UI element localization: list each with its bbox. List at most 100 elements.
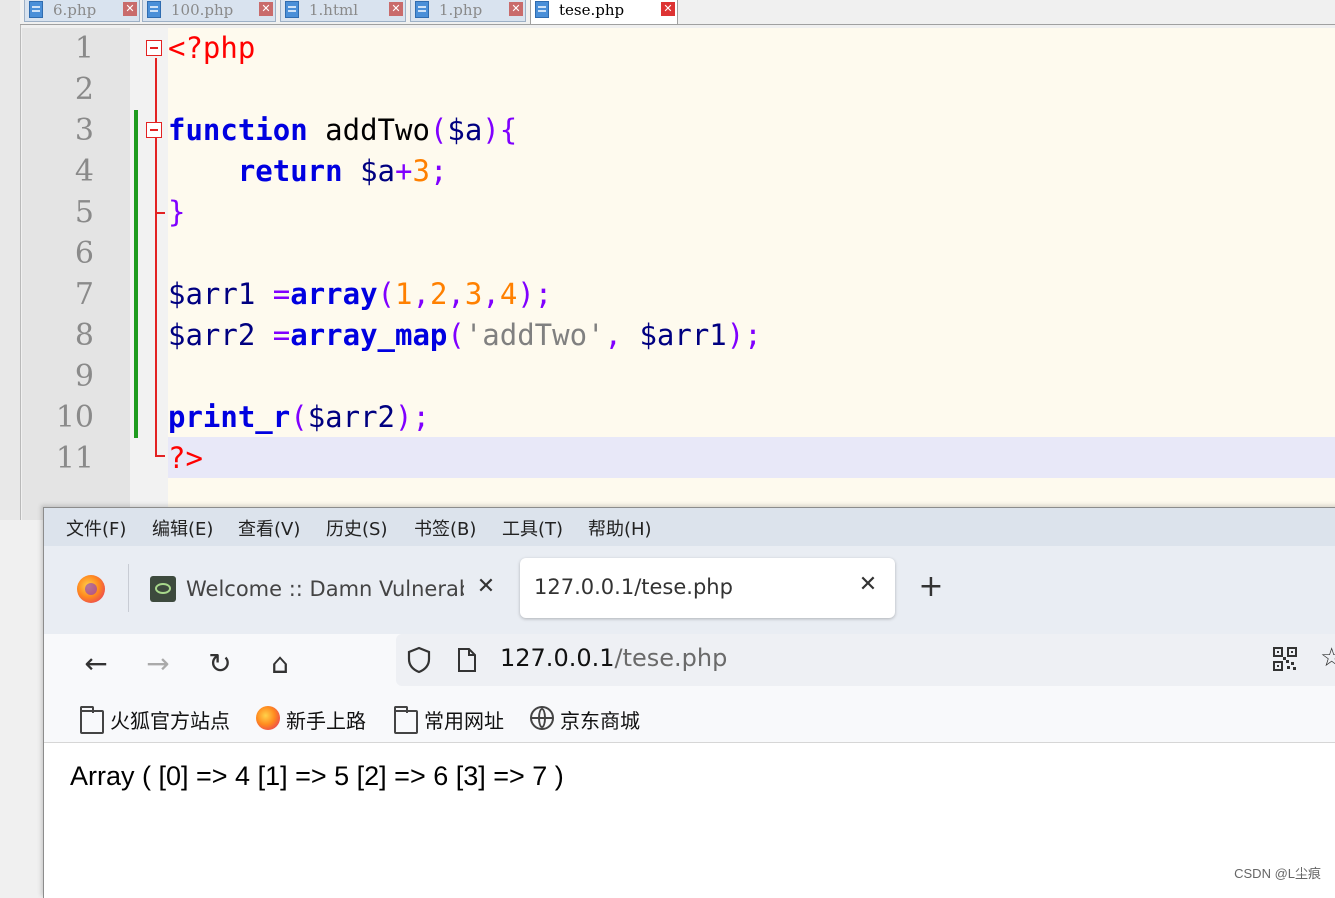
firefox-icon — [256, 706, 280, 730]
line-number: 10 — [55, 400, 94, 435]
line-number: 1 — [74, 31, 94, 66]
url-path: /tese.php — [614, 644, 728, 672]
close-icon[interactable]: ✕ — [509, 2, 523, 16]
keyword: print_r — [168, 400, 291, 434]
operator: ( — [377, 277, 396, 311]
tab-separator — [128, 564, 129, 612]
code-line-3: function addTwo($a){ — [168, 110, 517, 151]
string-literal: 'addTwo' — [464, 318, 605, 352]
line-number: 2 — [74, 72, 94, 107]
file-tab-100-php[interactable]: 100.php ✕ — [142, 0, 276, 22]
firefox-view-icon[interactable] — [77, 575, 105, 603]
bookmark-label: 新手上路 — [286, 709, 366, 733]
menu-view[interactable]: 查看(V) — [238, 515, 300, 541]
file-tab-6-php[interactable]: 6.php ✕ — [24, 0, 140, 22]
file-icon — [147, 1, 161, 18]
close-icon[interactable]: ✕ — [123, 2, 137, 16]
fold-collapse-icon[interactable] — [146, 40, 162, 56]
code-line-8: $arr2 =array_map('addTwo', $arr1); — [168, 315, 762, 356]
file-icon — [535, 1, 549, 18]
line-number: 7 — [74, 277, 94, 312]
code-area[interactable]: 1 2 3 4 5 6 7 8 9 10 11 <?php function a… — [22, 28, 1335, 528]
file-icon — [415, 1, 429, 18]
page-info-icon[interactable] — [456, 647, 478, 673]
fold-collapse-icon[interactable] — [146, 122, 162, 138]
tab-close-icon[interactable]: ✕ — [852, 569, 884, 601]
operator: ( — [429, 113, 448, 147]
number: 4 — [499, 277, 518, 311]
home-button[interactable]: ⌂ — [260, 644, 300, 684]
keyword: array — [290, 277, 378, 311]
line-number: 11 — [55, 441, 94, 476]
keyword: function — [168, 113, 308, 147]
tab-close-icon[interactable]: ✕ — [470, 571, 502, 603]
variable: $arr2 — [307, 400, 395, 434]
operator: ( — [290, 400, 308, 434]
code-line-5: } — [168, 192, 185, 233]
operator: ); — [726, 318, 762, 352]
code-line-11: ?> — [168, 438, 203, 479]
notepad-editor-window: 6.php ✕ 100.php ✕ 1.html ✕ 1.php ✕ tese.… — [0, 0, 1335, 560]
operator: ); — [395, 400, 430, 434]
file-tab-tese-php[interactable]: tese.php ✕ — [530, 0, 678, 25]
function-name: addTwo — [307, 113, 430, 147]
operator: } — [168, 195, 186, 229]
file-icon — [29, 1, 43, 18]
back-button[interactable]: ← — [76, 644, 116, 684]
code-line-10: print_r($arr2); — [168, 397, 430, 438]
close-icon[interactable]: ✕ — [259, 2, 273, 16]
close-icon[interactable]: ✕ — [661, 2, 675, 16]
desktop-left-strip — [0, 520, 43, 890]
bookmarks-toolbar: 火狐官方站点 新手上路 常用网址 京东商城 — [44, 696, 1335, 743]
menu-tools[interactable]: 工具(T) — [502, 515, 563, 541]
line-number: 8 — [74, 318, 94, 353]
navigation-toolbar: ← → ↻ ⌂ 127.0.0.1/tese.php ☆ — [44, 634, 1335, 696]
folder-icon — [80, 706, 104, 734]
close-icon[interactable]: ✕ — [389, 2, 403, 16]
operator: , — [447, 277, 465, 311]
operator: ){ — [482, 113, 518, 147]
operator: = — [255, 277, 291, 311]
forward-button[interactable]: → — [138, 644, 178, 684]
tab-tese-php[interactable]: 127.0.0.1/tese.php ✕ — [520, 558, 895, 618]
tab-dvwa[interactable]: Welcome :: Damn Vulnerable ✕ — [140, 560, 505, 618]
number: 2 — [429, 277, 448, 311]
operator: , — [412, 277, 430, 311]
menu-edit[interactable]: 编辑(E) — [152, 515, 213, 541]
firefox-window: 文件(F) 编辑(E) 查看(V) 历史(S) 书签(B) 工具(T) 帮助(H… — [43, 507, 1335, 898]
file-tab-1-html[interactable]: 1.html ✕ — [280, 0, 406, 22]
fold-guide-line — [155, 58, 157, 455]
csdn-watermark: CSDN @L尘痕 — [1234, 866, 1321, 881]
new-tab-button[interactable]: + — [914, 570, 948, 604]
php-close-tag: ?> — [168, 441, 203, 475]
bookmark-star-icon[interactable]: ☆ — [1320, 644, 1335, 672]
file-tab-1-php[interactable]: 1.php ✕ — [410, 0, 526, 22]
globe-icon — [530, 706, 554, 730]
operator: , — [482, 277, 500, 311]
url-bar[interactable]: 127.0.0.1/tese.php ☆ — [396, 634, 1335, 686]
menu-history[interactable]: 历史(S) — [326, 515, 387, 541]
menu-help[interactable]: 帮助(H) — [588, 515, 652, 541]
menu-bar: 文件(F) 编辑(E) 查看(V) 历史(S) 书签(B) 工具(T) 帮助(H… — [44, 508, 1335, 546]
tracking-shield-icon[interactable] — [406, 646, 432, 674]
qr-code-icon[interactable] — [1272, 646, 1298, 672]
file-tab-label: 1.html — [309, 1, 359, 19]
line-number: 3 — [74, 113, 94, 148]
number: 3 — [464, 277, 483, 311]
menu-bookmarks[interactable]: 书签(B) — [414, 515, 476, 541]
file-icon — [285, 1, 299, 18]
operator: , — [604, 318, 640, 352]
line-number: 5 — [74, 195, 94, 230]
menu-file[interactable]: 文件(F) — [66, 515, 126, 541]
variable: $a — [447, 113, 483, 147]
reload-button[interactable]: ↻ — [200, 644, 240, 684]
operator: = — [255, 318, 291, 352]
editor-left-border — [0, 0, 21, 560]
variable: $arr2 — [168, 318, 256, 352]
url-text[interactable]: 127.0.0.1/tese.php — [500, 644, 727, 672]
operator: + — [395, 154, 413, 188]
fold-end-marker — [155, 212, 165, 214]
keyword: array_map — [290, 318, 448, 352]
